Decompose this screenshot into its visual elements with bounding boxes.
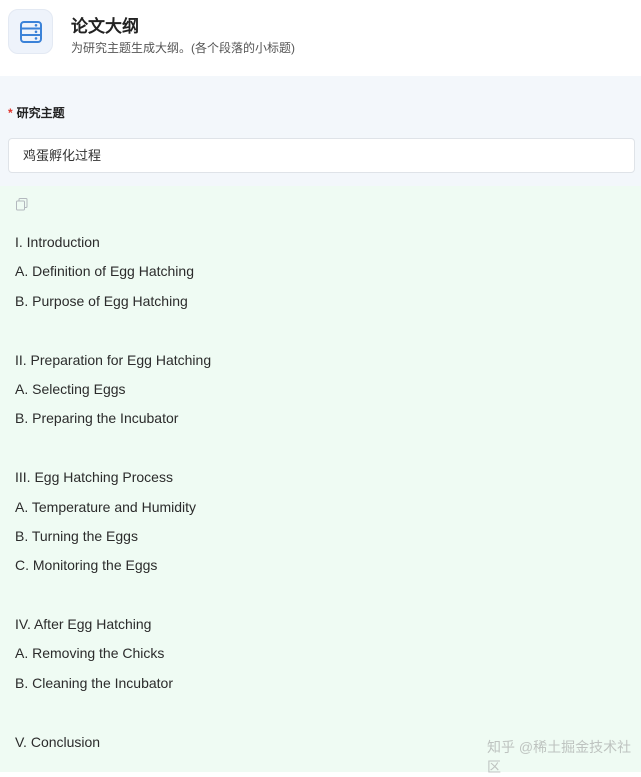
outline-item: A. Temperature and Humidity [15, 498, 197, 515]
app-title: 论文大纲 [71, 17, 139, 36]
outline-item: A. Selecting Eggs [15, 380, 126, 397]
outline-heading: IV. After Egg Hatching [15, 616, 152, 633]
outline-item: B. Turning the Eggs [15, 527, 138, 544]
outline-item: A. Definition of Egg Hatching [15, 263, 194, 280]
watermark: 知乎 @稀土掘金技术社区 [487, 739, 632, 775]
outline-heading: III. Egg Hatching Process [15, 469, 173, 486]
outline-item: C. Monitoring the Eggs [15, 557, 158, 574]
outline-item: B. Purpose of Egg Hatching [15, 292, 188, 309]
document-list-icon [8, 9, 53, 54]
outline-list: I. Introduction A. Definition of Egg Hatc… [15, 232, 615, 761]
app-subtitle: 为研究主题生成大纲。(各个段落的小标题) [71, 41, 295, 55]
outline-heading: II. Preparation for Egg Hatching [15, 351, 212, 368]
app-header: 论文大纲 为研究主题生成大纲。(各个段落的小标题) [0, 0, 641, 76]
outline-item: B. Preparing the Incubator [15, 410, 179, 427]
topic-label: * 研究主题 [8, 104, 65, 121]
result-panel: I. Introduction A. Definition of Egg Hatc… [0, 186, 641, 772]
topic-label-text: 研究主题 [16, 106, 65, 120]
copy-icon[interactable] [15, 197, 29, 211]
outline-heading: I. Introduction [15, 234, 100, 250]
outline-item: A. Removing the Chicks [15, 645, 165, 662]
required-mark: * [8, 106, 13, 120]
topic-input[interactable]: 鸡蛋孵化过程 [8, 138, 635, 173]
topic-form: * 研究主题 鸡蛋孵化过程 [0, 76, 641, 186]
outline-item: B. Cleaning the Incubator [15, 674, 173, 691]
